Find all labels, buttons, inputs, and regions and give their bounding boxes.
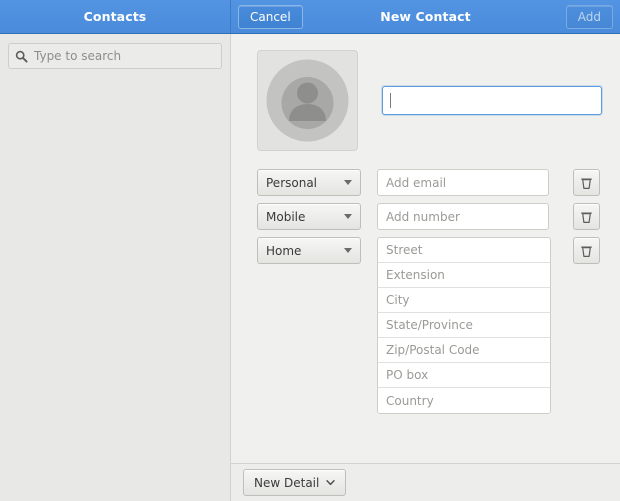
address-street-placeholder: Street: [386, 243, 422, 257]
name-input[interactable]: [382, 86, 602, 115]
sidebar-title: Contacts: [84, 9, 147, 24]
name-field-wrap: [358, 50, 602, 151]
address-street-input[interactable]: Street: [378, 238, 550, 263]
contact-editor-pane: Personal Add email: [231, 34, 620, 501]
new-detail-button[interactable]: New Detail: [243, 469, 346, 496]
delete-phone-button[interactable]: [573, 203, 600, 230]
address-state-placeholder: State/Province: [386, 318, 473, 332]
add-button[interactable]: Add: [566, 5, 613, 29]
email-type-dropdown[interactable]: Personal: [257, 169, 361, 196]
address-country-placeholder: Country: [386, 394, 434, 408]
address-state-input[interactable]: State/Province: [378, 313, 550, 338]
chevron-down-icon: [344, 248, 352, 253]
email-type-label: Personal: [266, 176, 317, 190]
address-country-input[interactable]: Country: [378, 388, 550, 413]
new-detail-label: New Detail: [254, 476, 319, 490]
address-fields: Street Extension City State/Province: [377, 237, 551, 414]
phone-placeholder: Add number: [386, 210, 460, 224]
address-zip-input[interactable]: Zip/Postal Code: [378, 338, 550, 363]
text-caret: [390, 93, 391, 108]
delete-address-button[interactable]: [573, 237, 600, 264]
action-bar: New Detail: [231, 463, 620, 501]
detail-row-address: Home Street Extension City: [257, 237, 600, 414]
phone-type-dropdown[interactable]: Mobile: [257, 203, 361, 230]
search-area: Type to search: [0, 34, 230, 77]
delete-email-button[interactable]: [573, 169, 600, 196]
email-placeholder: Add email: [386, 176, 446, 190]
contacts-window: Contacts Cancel New Contact Add Type to …: [0, 0, 620, 501]
address-zip-placeholder: Zip/Postal Code: [386, 343, 480, 357]
search-icon: [15, 50, 28, 63]
dialog-header: Cancel New Contact Add: [231, 0, 620, 33]
address-extension-input[interactable]: Extension: [378, 263, 550, 288]
header-bar: Contacts Cancel New Contact Add: [0, 0, 620, 34]
identity-row: [257, 50, 600, 151]
chevron-down-icon: [344, 214, 352, 219]
avatar[interactable]: [257, 50, 358, 151]
window-body: Type to search: [0, 34, 620, 501]
chevron-down-icon: [344, 180, 352, 185]
search-placeholder: Type to search: [34, 49, 121, 63]
email-field-col: Add email: [361, 169, 573, 196]
contact-editor: Personal Add email: [231, 34, 620, 463]
address-extension-placeholder: Extension: [386, 268, 445, 282]
email-input[interactable]: Add email: [377, 169, 549, 196]
search-input[interactable]: Type to search: [8, 43, 222, 69]
address-type-dropdown[interactable]: Home: [257, 237, 361, 264]
address-field-col: Street Extension City State/Province: [361, 237, 573, 414]
address-type-label: Home: [266, 244, 301, 258]
trash-icon: [580, 176, 593, 190]
phone-input[interactable]: Add number: [377, 203, 549, 230]
sidebar-header: Contacts: [0, 0, 231, 33]
cancel-button[interactable]: Cancel: [238, 5, 303, 29]
detail-row-email: Personal Add email: [257, 169, 600, 196]
person-avatar-placeholder-icon: [258, 51, 357, 150]
address-city-placeholder: City: [386, 293, 410, 307]
address-city-input[interactable]: City: [378, 288, 550, 313]
contact-list[interactable]: [0, 77, 230, 501]
address-pobox-placeholder: PO box: [386, 368, 428, 382]
phone-field-col: Add number: [361, 203, 573, 230]
trash-icon: [580, 244, 593, 258]
contacts-sidebar: Type to search: [0, 34, 231, 501]
address-pobox-input[interactable]: PO box: [378, 363, 550, 388]
phone-type-label: Mobile: [266, 210, 305, 224]
detail-row-phone: Mobile Add number: [257, 203, 600, 230]
chevron-down-icon: [326, 478, 335, 487]
trash-icon: [580, 210, 593, 224]
